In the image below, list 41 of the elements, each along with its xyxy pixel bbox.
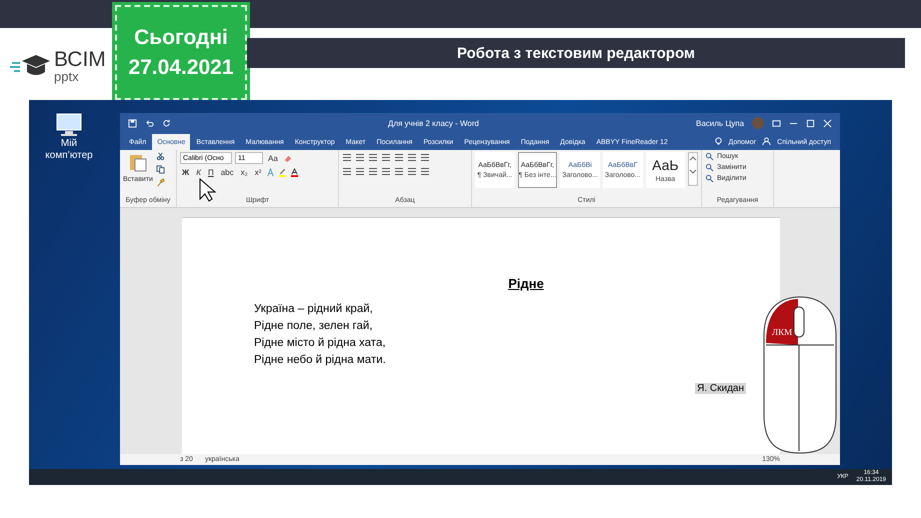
poem-line: Рідне небо й рідна мати. [254, 353, 387, 368]
format-button[interactable]: abc [218, 168, 236, 177]
format-button[interactable]: x₂ [238, 168, 250, 177]
logo-text: ВСІМ [54, 49, 106, 70]
clipboard-icon[interactable] [128, 152, 147, 172]
computer-icon[interactable] [54, 112, 84, 138]
copy-icon[interactable] [156, 165, 165, 174]
scissors-icon[interactable] [156, 152, 165, 161]
highlighter-icon[interactable] [278, 168, 288, 177]
text-effects-icon[interactable] [266, 168, 276, 177]
poem-line: Рідне місто й рідна хата, [254, 336, 387, 351]
close-icon[interactable] [823, 118, 832, 128]
format-button[interactable]: К [194, 168, 203, 177]
window-title: Для учнів 2 класу - Word [388, 118, 479, 128]
change-case-button[interactable]: Аа [266, 154, 280, 162]
poem-line: Рідне поле, зелен гай, [254, 319, 374, 334]
date-label: Сьогодні [134, 26, 228, 50]
format-button[interactable]: Ж [180, 168, 192, 177]
slide-title: Робота з текстовим редактором [247, 38, 905, 68]
font-color-icon[interactable] [290, 168, 300, 177]
logo-subtext: pptx [54, 70, 80, 83]
gallery-scroll-icon[interactable] [688, 152, 698, 186]
search-icon[interactable] [705, 152, 714, 161]
maximize-icon[interactable] [806, 118, 816, 128]
document-heading: Рідне [508, 276, 544, 291]
save-icon[interactable] [128, 118, 137, 128]
format-button[interactable]: П [206, 168, 216, 177]
date-text: 27.04.2021 [128, 56, 234, 80]
poem-line: Україна – рідний край, [254, 302, 374, 317]
author-text: Я. Скидан [695, 383, 746, 394]
align-left-icon[interactable] [342, 166, 352, 176]
undo-icon[interactable] [145, 118, 154, 128]
lightbulb-icon[interactable] [714, 137, 723, 146]
user-name: Василь Цупа [696, 118, 744, 128]
format-button[interactable]: x² [252, 168, 264, 177]
person-icon[interactable] [762, 137, 772, 146]
desktop-icon-label: Мій комп’ютер [44, 138, 94, 161]
redo-icon[interactable] [162, 118, 171, 128]
mouse-pointer-icon [199, 178, 217, 202]
brush-icon[interactable] [156, 178, 165, 187]
mouse-button-label: ЛКМ [772, 327, 792, 337]
